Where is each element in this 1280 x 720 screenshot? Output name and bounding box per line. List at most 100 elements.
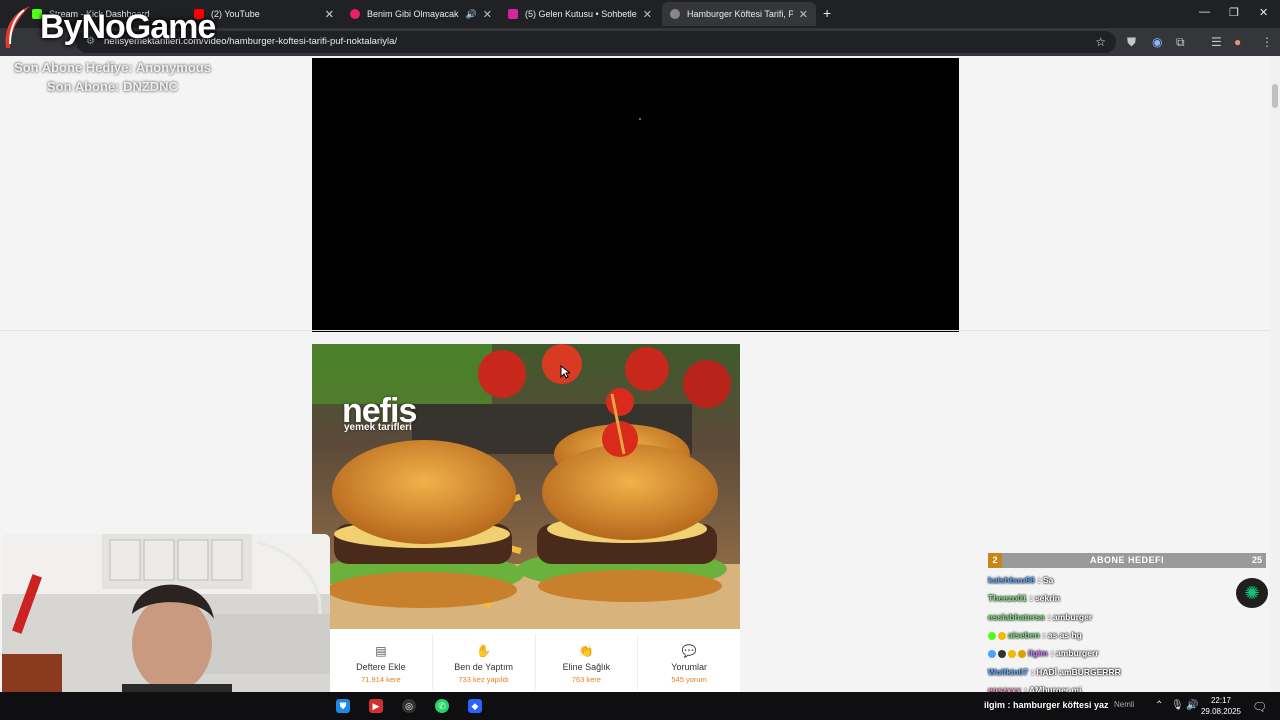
- add-to-notebook-button[interactable]: ▤ Deftere Ekle 71.914 kere: [330, 634, 433, 690]
- chat-username: aiseben: [1008, 630, 1040, 640]
- chat-message: Theezo01: sekrin: [988, 592, 1060, 605]
- profile-avatar[interactable]: ●: [1234, 34, 1241, 50]
- loading-favicon-icon: [670, 9, 680, 19]
- chat-text: : Sa: [1037, 575, 1054, 585]
- action-label: Yorumlar: [671, 662, 707, 672]
- shield-app-icon[interactable]: ⛊: [336, 699, 350, 713]
- chat-username: Theezo01: [988, 593, 1027, 603]
- chat-text: : sekrin: [1029, 593, 1060, 603]
- chat-ticker: ilgim : hamburger köftesi yaz: [984, 700, 1109, 710]
- bynogame-logo: ByNoGame: [0, 2, 216, 52]
- recipe-actions: ▤ Deftere Ekle 71.914 kere ✋ Ben de Yapt…: [330, 634, 740, 690]
- chat-username: esslabhaterss: [988, 612, 1045, 622]
- chat-message: kalshbuu66: Sa: [988, 574, 1053, 587]
- goal-title: ABONE HEDEFI: [1089, 555, 1164, 565]
- clock-date: 29.08.2025: [1200, 707, 1242, 716]
- eline-saglik-button[interactable]: 👏 Eline Sağlık 763 kere: [536, 634, 639, 690]
- tab-title: Hamburger Köftesi Tarifi, Püf N: [687, 9, 793, 19]
- chat-message: aiseben: as as hg: [988, 629, 1082, 642]
- chat-badge-icon: [998, 649, 1006, 658]
- audio-extension-icon[interactable]: ◉: [1152, 34, 1162, 50]
- app-diamond-icon[interactable]: ◆: [468, 699, 482, 713]
- tab-title: (5) Gelen Kutusu • Sohbetler: [525, 9, 637, 19]
- tab-hamburger-recipe[interactable]: Hamburger Köftesi Tarifi, Püf N ✕: [662, 2, 816, 26]
- tab-title: (2) YouTube: [211, 9, 260, 19]
- weather-text: Nemli: [1114, 700, 1135, 709]
- close-window-icon[interactable]: ✕: [1259, 6, 1268, 19]
- i-made-it-button[interactable]: ✋ Ben de Yaptım 733 kez yapıldı: [433, 634, 536, 690]
- close-tab-icon[interactable]: ✕: [799, 8, 808, 21]
- feather-logo-icon: [5, 6, 30, 48]
- action-count: 763 kere: [571, 675, 601, 684]
- chat-text: : as as hg: [1042, 630, 1082, 640]
- tab-instagram[interactable]: (5) Gelen Kutusu • Sohbetler ✕: [500, 2, 660, 26]
- chat-badge-icon: [988, 631, 996, 640]
- extensions-puzzle-icon[interactable]: ⧉: [1176, 34, 1185, 50]
- menu-kebab-icon[interactable]: ⋮: [1261, 34, 1273, 50]
- chat-badge-icon: [1018, 649, 1026, 658]
- chat-badge-icon: [1008, 649, 1016, 658]
- chat-badge-icon: [998, 631, 1006, 640]
- close-tab-icon[interactable]: ✕: [325, 8, 334, 21]
- goal-target: 25: [1251, 555, 1262, 565]
- notebook-icon: ▤: [375, 644, 387, 658]
- chat-message: Wolfkin07: HADİ amBURGERRR: [988, 666, 1121, 679]
- clock-time: 22:17: [1210, 696, 1232, 705]
- chat-text: : amburgerr: [1050, 648, 1099, 658]
- chat-text: : amburger: [1047, 612, 1093, 622]
- chat-message: ilgim: amburgerr: [988, 647, 1099, 660]
- restore-icon[interactable]: ❐: [1229, 6, 1239, 19]
- last-subscriber-text: Son Abone: DNZDNC: [47, 79, 178, 94]
- logo-text: ByNoGame: [40, 7, 216, 46]
- shield-extension-icon[interactable]: ⛊: [1127, 34, 1136, 50]
- recorder-app-icon[interactable]: ▶: [369, 699, 383, 713]
- recipe-thumbnail[interactable]: nefis yemek tarifleri: [312, 344, 740, 629]
- comment-icon: 💬: [681, 644, 697, 658]
- bookmark-star-icon[interactable]: ☆: [1095, 31, 1106, 53]
- video-player[interactable]: [312, 58, 959, 332]
- mouse-cursor-icon: [560, 365, 570, 379]
- tray-clock[interactable]: 22:17 29.08.2025: [1196, 695, 1246, 717]
- obs-app-icon[interactable]: ◎: [402, 699, 416, 713]
- close-tab-icon[interactable]: ✕: [483, 8, 492, 21]
- tray-overflow-icon[interactable]: ⌃: [1155, 700, 1163, 711]
- minimize-icon[interactable]: —: [1199, 6, 1210, 18]
- chat-text: : HADİ amBURGERRR: [1031, 667, 1121, 677]
- chatgpt-assistant-icon[interactable]: ✺: [1236, 578, 1268, 608]
- last-donation-text: Son Abone Hediye: Anonymous: [14, 60, 211, 75]
- chat-username: ilgim: [1028, 648, 1048, 658]
- action-label: Deftere Ekle: [356, 662, 406, 672]
- chat-username: kalshbuu66: [988, 575, 1035, 585]
- music-favicon-icon: [350, 9, 360, 19]
- tab-title: Benim Gibi Olmayacak (feat.: [367, 9, 460, 19]
- tab-music[interactable]: Benim Gibi Olmayacak (feat. 🔊 ✕: [342, 2, 500, 26]
- action-label: Ben de Yaptım: [454, 662, 513, 672]
- cooking-hand-icon: ✋: [476, 644, 492, 658]
- recipe-card: nefis yemek tarifleri ▤ Deftere Ekle 71.…: [312, 344, 740, 692]
- microphone-icon[interactable]: 🎙: [1171, 700, 1184, 711]
- subscriber-goal-bar: 2 ABONE HEDEFI 25: [988, 553, 1266, 568]
- action-count: 545 yorum: [671, 675, 707, 684]
- clap-icon: 👏: [578, 644, 594, 658]
- action-label: Eline Sağlık: [562, 662, 611, 672]
- section-divider: [0, 330, 1270, 331]
- comments-button[interactable]: 💬 Yorumlar 545 yorum: [638, 634, 740, 690]
- action-count: 71.914 kere: [361, 675, 401, 684]
- new-tab-button[interactable]: +: [823, 5, 831, 21]
- scrollbar-thumb[interactable]: [1272, 84, 1278, 108]
- instagram-favicon-icon: [508, 9, 518, 19]
- chat-badge-icon: [988, 649, 996, 658]
- action-count: 733 kez yapıldı: [458, 675, 509, 684]
- audio-playing-icon[interactable]: 🔊: [466, 9, 477, 20]
- address-bar[interactable]: ⚙ nefisyemektarifleri.com/video/hamburge…: [76, 31, 1116, 53]
- chat-message: esslabhaterss: amburger: [988, 611, 1092, 624]
- media-control-icon[interactable]: ☰: [1211, 34, 1222, 50]
- close-tab-icon[interactable]: ✕: [643, 8, 652, 21]
- chat-username: Wolfkin07: [988, 667, 1028, 677]
- notification-icon[interactable]: 🗨: [1252, 700, 1267, 714]
- whatsapp-app-icon[interactable]: ✆: [435, 699, 449, 713]
- page-scrollbar[interactable]: [1270, 56, 1280, 692]
- nefis-logo-subtitle: yemek tarifleri: [344, 422, 412, 433]
- hamburger-photo: [312, 344, 740, 629]
- video-loading-dot: [639, 118, 641, 120]
